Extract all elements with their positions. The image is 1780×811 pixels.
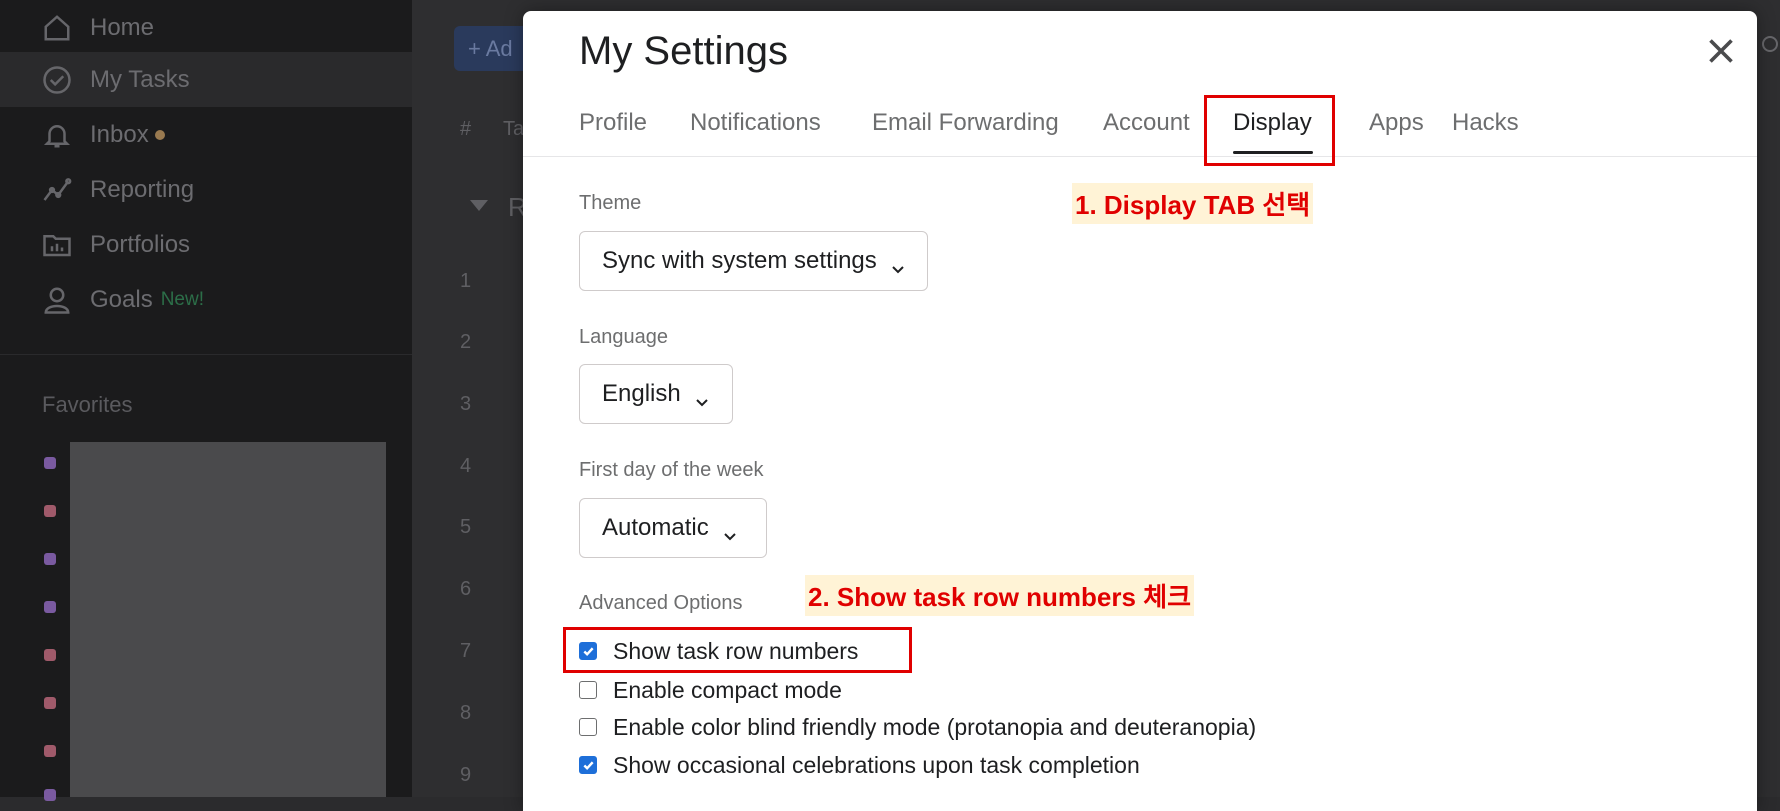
first-day-select[interactable]: Automatic — [579, 498, 767, 558]
tabs-divider — [523, 156, 1757, 157]
modal-title: My Settings — [579, 29, 788, 73]
sidebar-item-reporting[interactable]: Reporting — [0, 162, 412, 217]
favorite-color-dot[interactable] — [44, 649, 56, 661]
sidebar: Home My Tasks Inbox Reporting Portfolios… — [0, 0, 412, 801]
first-day-label: First day of the week — [579, 459, 764, 481]
chevron-down-icon — [723, 521, 737, 541]
tab-profile[interactable]: Profile — [579, 109, 647, 137]
new-badge: New! — [160, 288, 204, 310]
close-button[interactable] — [1703, 33, 1739, 69]
theme-label: Theme — [579, 192, 642, 214]
option-label: Enable compact mode — [613, 676, 842, 703]
checkbox-checked[interactable] — [579, 756, 597, 774]
favorite-color-dot[interactable] — [44, 457, 56, 469]
column-header-number: # — [460, 118, 472, 140]
sidebar-item-label: Reporting — [90, 175, 195, 203]
settings-modal: My Settings Profile Notifications Email … — [523, 11, 1757, 811]
row-number: 4 — [460, 455, 472, 477]
row-number: 3 — [460, 393, 472, 415]
tab-account[interactable]: Account — [1103, 109, 1190, 137]
favorite-color-dot[interactable] — [44, 745, 56, 757]
language-select-value: English — [602, 380, 681, 407]
complete-check-icon[interactable] — [1762, 36, 1778, 52]
favorite-color-dot[interactable] — [44, 789, 56, 801]
row-number: 1 — [460, 270, 472, 292]
chevron-down-icon — [891, 254, 905, 274]
sidebar-item-label: Portfolios — [90, 230, 191, 258]
option-enable-compact-mode[interactable]: Enable compact mode — [579, 674, 842, 706]
sidebar-item-my-tasks[interactable]: My Tasks — [0, 52, 412, 107]
section-collapse-caret-icon[interactable] — [470, 200, 488, 211]
chevron-down-icon — [695, 387, 709, 407]
row-number: 6 — [460, 578, 472, 600]
tab-apps[interactable]: Apps — [1369, 109, 1424, 137]
tab-hacks[interactable]: Hacks — [1452, 109, 1519, 137]
favorite-color-dot[interactable] — [44, 601, 56, 613]
language-select[interactable]: English — [579, 364, 733, 424]
annotation-highlight-display-tab — [1204, 95, 1335, 166]
option-label: Show occasional celebrations upon task c… — [613, 751, 1140, 778]
checkbox-unchecked[interactable] — [579, 681, 597, 699]
favorites-redacted-block — [70, 442, 386, 797]
sidebar-item-label: Home — [90, 13, 155, 41]
annotation-highlight-row-numbers — [563, 627, 912, 673]
favorite-color-dot[interactable] — [44, 505, 56, 517]
language-label: Language — [579, 326, 668, 348]
person-icon — [40, 283, 74, 317]
bell-icon — [40, 118, 74, 152]
theme-select[interactable]: Sync with system settings — [579, 231, 928, 291]
row-number: 5 — [460, 516, 472, 538]
home-icon — [40, 11, 74, 45]
advanced-options-label: Advanced Options — [579, 592, 743, 614]
sidebar-item-goals[interactable]: Goals New! — [0, 272, 412, 327]
checkbox-unchecked[interactable] — [579, 718, 597, 736]
theme-select-value: Sync with system settings — [602, 247, 877, 274]
inbox-unread-dot — [154, 129, 165, 140]
favorites-heading: Favorites — [42, 392, 133, 417]
sidebar-item-label: My Tasks — [90, 65, 190, 93]
first-day-select-value: Automatic — [602, 514, 709, 541]
sidebar-divider — [0, 354, 412, 355]
sidebar-item-inbox[interactable]: Inbox — [0, 107, 412, 162]
favorite-color-dot[interactable] — [44, 553, 56, 565]
row-number: 7 — [460, 640, 472, 662]
option-color-blind-mode[interactable]: Enable color blind friendly mode (protan… — [579, 711, 1256, 743]
chart-line-icon — [40, 173, 74, 207]
row-number: 2 — [460, 331, 472, 353]
tab-email-forwarding[interactable]: Email Forwarding — [872, 109, 1059, 137]
sidebar-item-home[interactable]: Home — [0, 0, 412, 55]
annotation-step1: 1. Display TAB 선택 — [1072, 183, 1314, 224]
option-label: Enable color blind friendly mode (protan… — [613, 713, 1257, 740]
folder-chart-icon — [40, 228, 74, 262]
row-number: 8 — [460, 702, 472, 724]
check-circle-icon — [40, 63, 74, 97]
close-icon — [1709, 39, 1733, 63]
column-header-task: Ta — [503, 118, 525, 140]
sidebar-item-label: Goals — [90, 285, 153, 313]
favorite-color-dot[interactable] — [44, 697, 56, 709]
tab-notifications[interactable]: Notifications — [690, 109, 821, 137]
checkmark-icon — [582, 760, 594, 770]
sidebar-item-portfolios[interactable]: Portfolios — [0, 217, 412, 272]
annotation-step2: 2. Show task row numbers 체크 — [805, 575, 1195, 616]
option-celebrations[interactable]: Show occasional celebrations upon task c… — [579, 749, 1140, 781]
sidebar-item-label: Inbox — [90, 120, 149, 148]
row-number: 9 — [460, 764, 472, 786]
